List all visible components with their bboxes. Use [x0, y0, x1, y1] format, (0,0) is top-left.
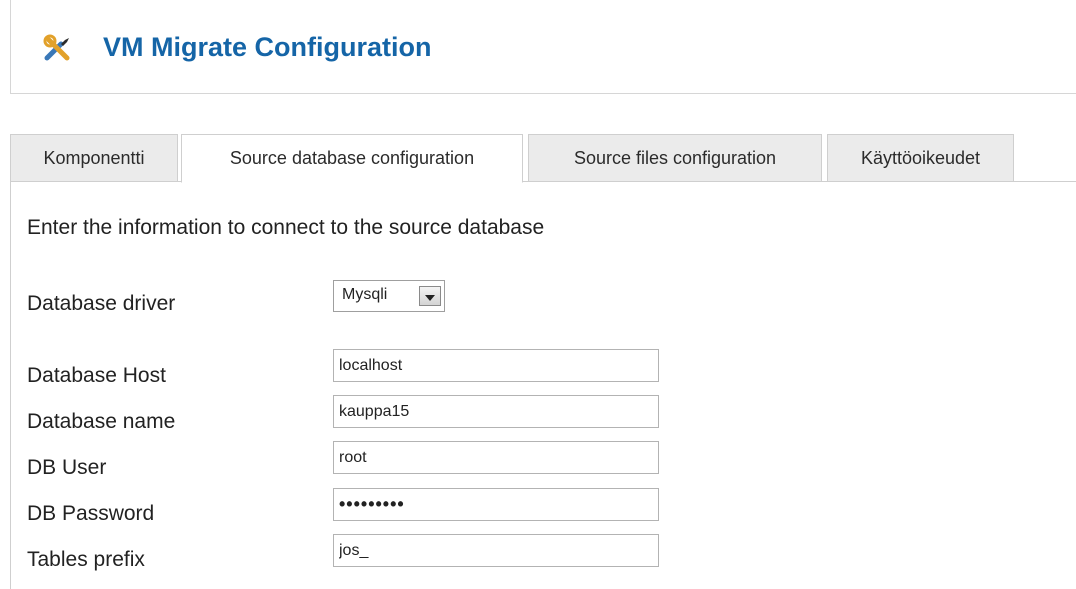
form-intro-text: Enter the information to connect to the …: [27, 216, 545, 239]
tab-komponentti[interactable]: Komponentti: [10, 134, 178, 182]
tools-icon: [43, 34, 70, 61]
page-header: VM Migrate Configuration: [10, 0, 1076, 94]
panel-border: [10, 181, 11, 589]
db-user-label: DB User: [27, 456, 107, 479]
tables-prefix-input[interactable]: [333, 534, 659, 567]
db-password-label: DB Password: [27, 502, 155, 525]
database-driver-select[interactable]: Mysqli: [333, 280, 445, 312]
tab-kayttooikeudet[interactable]: Käyttöoikeudet: [827, 134, 1014, 182]
database-name-label: Database name: [27, 410, 176, 433]
tables-prefix-label: Tables prefix: [27, 548, 145, 571]
tab-source-files-configuration[interactable]: Source files configuration: [528, 134, 822, 182]
database-name-input[interactable]: [333, 395, 659, 428]
db-user-input[interactable]: [333, 441, 659, 474]
database-driver-value: Mysqli: [342, 286, 388, 303]
db-password-input[interactable]: [333, 488, 659, 521]
database-host-input[interactable]: [333, 349, 659, 382]
database-driver-label: Database driver: [27, 292, 176, 315]
dropdown-arrow-icon[interactable]: [419, 286, 441, 306]
tab-source-database-configuration[interactable]: Source database configuration: [181, 134, 523, 183]
page-title: VM Migrate Configuration: [103, 32, 432, 62]
database-host-label: Database Host: [27, 364, 166, 387]
